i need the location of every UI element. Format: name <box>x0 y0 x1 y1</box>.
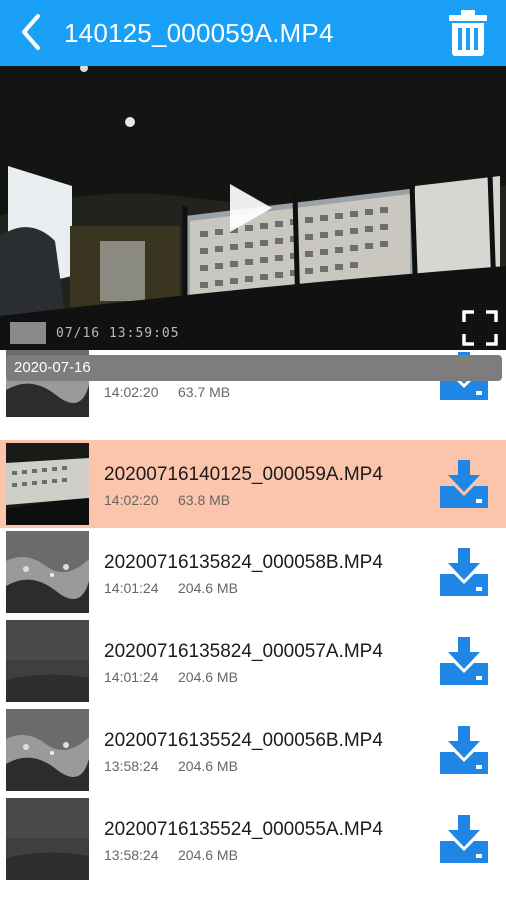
date-section-header: 2020-07-16 <box>6 355 502 381</box>
video-thumbnail <box>6 709 89 791</box>
file-time: 13:58:24 <box>104 847 159 863</box>
video-player[interactable]: 07/16 13:59:05 <box>0 66 506 350</box>
file-name: 20200716135524_000056B.MP4 <box>104 730 383 751</box>
file-time: 14:01:24 <box>104 580 159 596</box>
delete-button[interactable] <box>444 8 492 58</box>
top-app-bar: 140125_000059A.MP4 <box>0 0 506 66</box>
chevron-left-icon <box>22 14 40 50</box>
file-time: 14:02:20 <box>104 492 159 508</box>
video-timestamp-overlay: 07/16 13:59:05 <box>56 326 180 341</box>
video-thumbnail <box>6 798 89 880</box>
download-icon[interactable] <box>436 815 492 865</box>
file-time: 14:01:24 <box>104 669 159 685</box>
play-icon[interactable] <box>226 182 274 234</box>
file-list-item[interactable]: 20200716135824_000057A.MP4 14:01:24 204.6 … <box>0 617 506 705</box>
trash-icon <box>449 10 487 56</box>
file-size: 63.7 MB <box>178 384 231 400</box>
file-size: 204.6 MB <box>178 847 238 863</box>
file-time: 13:58:24 <box>104 758 159 774</box>
file-name: 20200716135524_000055A.MP4 <box>104 819 383 840</box>
file-list-item[interactable]: 20200716140125_000059A.MP4 14:02:20 63.8 M… <box>0 440 506 528</box>
download-icon[interactable] <box>436 726 492 776</box>
file-name: 20200716135824_000058B.MP4 <box>104 552 383 573</box>
video-thumbnail <box>6 531 89 613</box>
back-button[interactable] <box>14 12 48 52</box>
file-list: 2020-07-16 20200716140125_000060B.MP414:… <box>0 350 506 900</box>
file-size: 204.6 MB <box>178 580 238 596</box>
file-list-item[interactable]: 20200716135824_000058B.MP4 14:01:24 204.6 … <box>0 528 506 616</box>
file-name: 20200716140125_000059A.MP4 <box>104 464 383 485</box>
file-name: 20200716135824_000057A.MP4 <box>104 641 383 662</box>
download-icon[interactable] <box>436 637 492 687</box>
file-list-item[interactable]: 20200716135524_000055A.MP4 13:58:24 204.6 … <box>0 795 506 883</box>
video-thumbnail <box>6 620 89 702</box>
page-title: 140125_000059A.MP4 <box>64 18 334 48</box>
file-size: 63.8 MB <box>178 492 231 508</box>
file-size: 204.6 MB <box>178 669 238 685</box>
file-size: 204.6 MB <box>178 758 238 774</box>
download-icon[interactable] <box>436 460 492 510</box>
file-time: 14:02:20 <box>104 384 159 400</box>
download-icon[interactable] <box>436 548 492 598</box>
fullscreen-icon[interactable] <box>462 310 498 346</box>
file-list-item[interactable]: 20200716135524_000056B.MP4 13:58:24 204.6 … <box>0 706 506 794</box>
video-thumbnail <box>6 443 89 525</box>
